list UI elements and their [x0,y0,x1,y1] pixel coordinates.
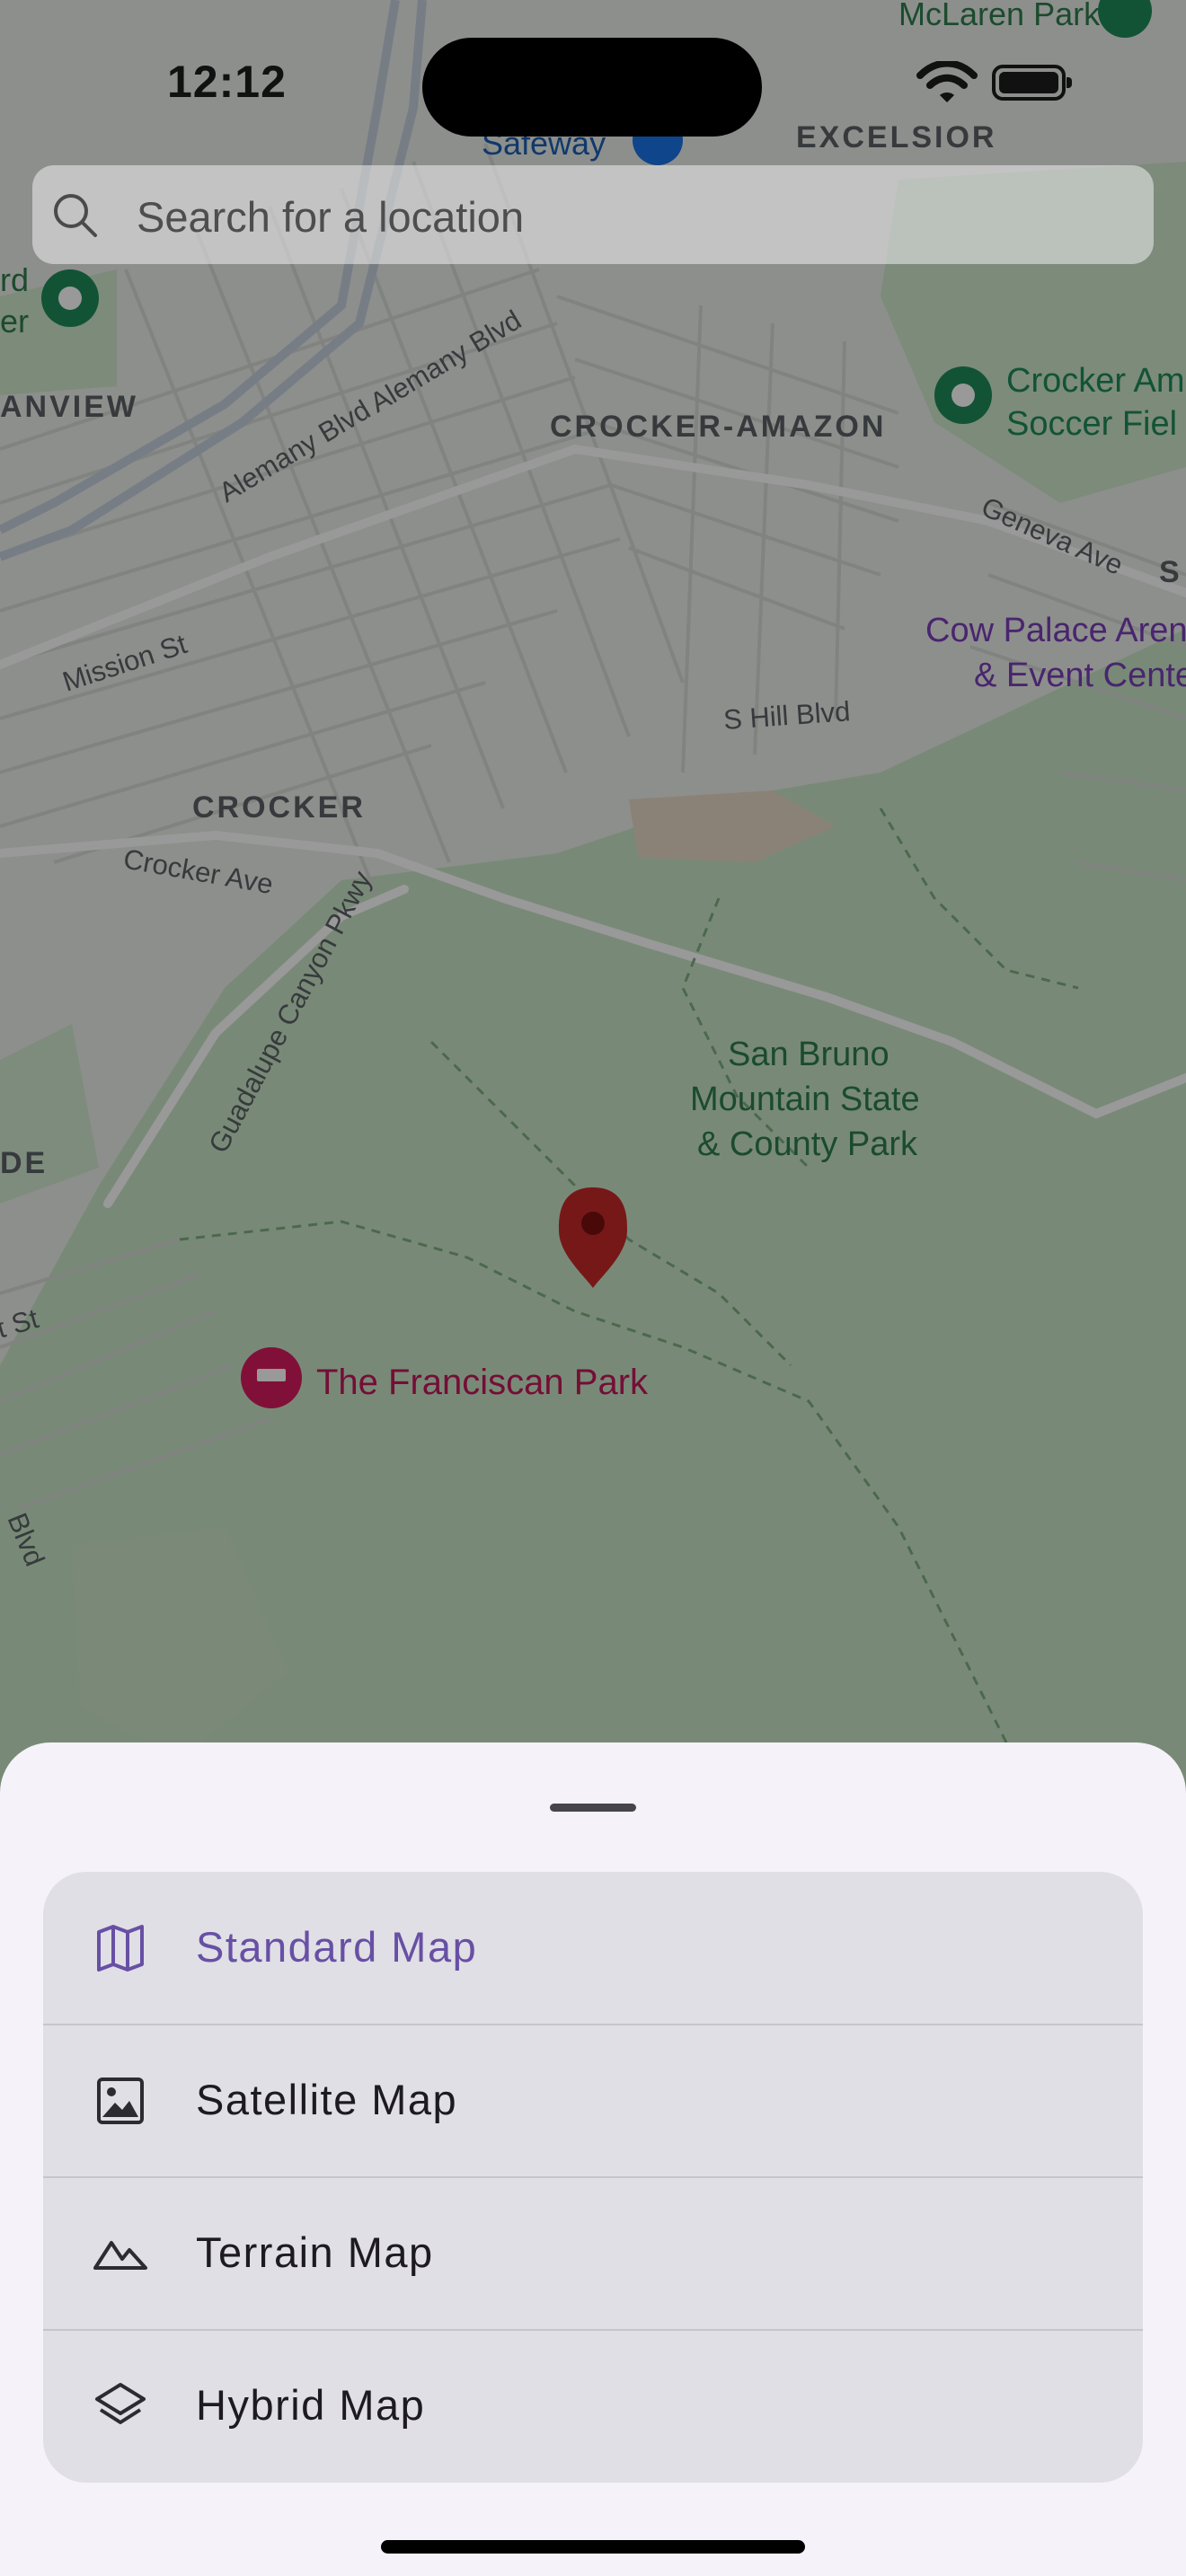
search-icon [54,194,97,237]
dynamic-island [422,38,762,137]
wifi-icon [916,61,978,102]
map-type-option-hybrid[interactable]: Hybrid Map [43,2330,1143,2483]
battery-icon [992,65,1072,101]
drag-handle[interactable] [550,1804,636,1812]
terrain-icon [93,2241,147,2270]
layers-icon [95,2383,146,2424]
map-type-option-standard[interactable]: Standard Map [43,1872,1143,2025]
map-type-option-satellite[interactable]: Satellite Map [43,2025,1143,2177]
status-time: 12:12 [167,57,287,107]
map-icon [97,1925,144,1972]
map-type-option-label: Satellite Map [196,2076,458,2123]
image-icon [97,2078,144,2124]
map-type-option-label: Hybrid Map [196,2381,426,2429]
status-bar: 12:12 [0,0,1186,171]
home-indicator[interactable] [381,2540,805,2554]
map-type-option-label: Terrain Map [196,2228,434,2276]
map-type-option-terrain[interactable]: Terrain Map [43,2177,1143,2330]
search-input[interactable] [135,190,1037,243]
map-type-option-label: Standard Map [196,1923,478,1971]
map-type-options: Standard Map Satellite Map Terrain Map H… [43,1872,1143,2483]
